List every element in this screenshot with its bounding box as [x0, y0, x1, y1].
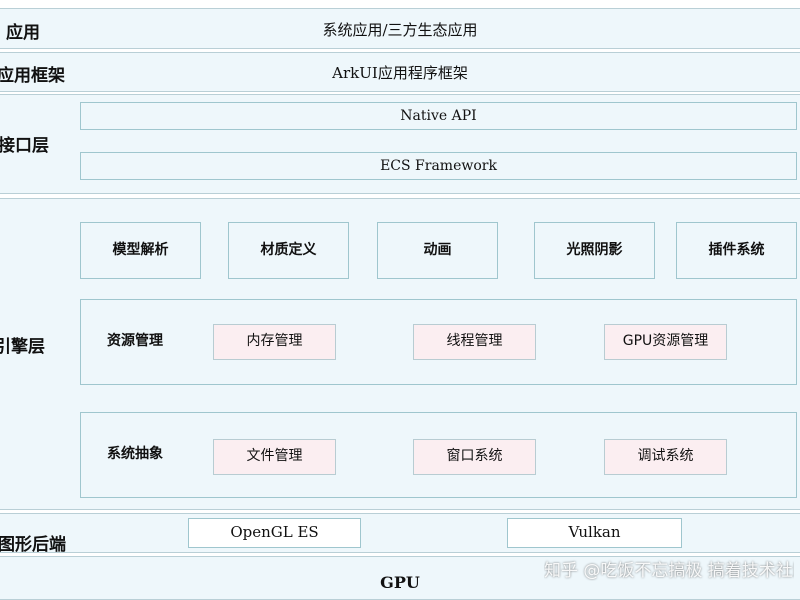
window-system-box: 窗口系统 [413, 439, 536, 475]
engine-layer-label: 引擎层 [0, 337, 45, 357]
native-api-bar: Native API [80, 102, 797, 130]
module-model-parsing: 模型解析 [80, 222, 201, 279]
resource-management-group: 资源管理 内存管理 线程管理 GPU资源管理 [80, 299, 797, 385]
memory-management-box: 内存管理 [213, 324, 336, 360]
module-animation: 动画 [377, 222, 498, 279]
framework-layer-content: ArkUI应用程序框架 [332, 64, 468, 82]
module-plugin-system: 插件系统 [676, 222, 797, 279]
application-layer-content: 系统应用/三方生态应用 [322, 21, 478, 39]
interface-layer-label: 接口层 [0, 136, 49, 156]
graphics-backend-label: 图形后端 [0, 535, 66, 555]
resource-management-label: 资源管理 [107, 333, 163, 349]
module-material-definition: 材质定义 [228, 222, 349, 279]
ecs-framework-bar: ECS Framework [80, 152, 797, 180]
vulkan-box: Vulkan [507, 518, 682, 548]
gpu-resource-management-box: GPU资源管理 [604, 324, 727, 360]
system-abstraction-label: 系统抽象 [107, 446, 163, 462]
file-management-box: 文件管理 [213, 439, 336, 475]
watermark-text: 知乎 @吃饭不忘搞极 搞着技术社区 @ 极客公 [544, 561, 794, 581]
debug-system-box: 调试系统 [604, 439, 727, 475]
opengl-es-box: OpenGL ES [188, 518, 361, 548]
module-lighting-shadow: 光照阴影 [534, 222, 655, 279]
system-abstraction-group: 系统抽象 文件管理 窗口系统 调试系统 [80, 412, 797, 498]
thread-management-box: 线程管理 [413, 324, 536, 360]
